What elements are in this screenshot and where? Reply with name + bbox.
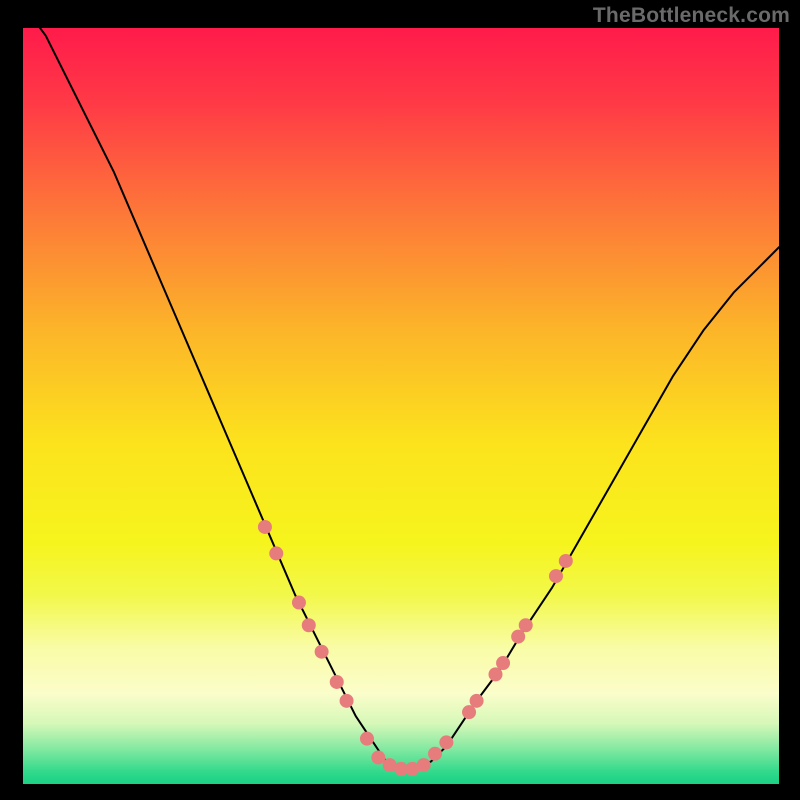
- chart-frame: TheBottleneck.com: [0, 0, 800, 800]
- marker-point: [340, 694, 354, 708]
- marker-point: [330, 675, 344, 689]
- marker-point: [470, 694, 484, 708]
- marker-point: [258, 520, 272, 534]
- marker-point: [417, 758, 431, 772]
- marker-point: [269, 546, 283, 560]
- marker-point: [315, 645, 329, 659]
- marker-point: [496, 656, 510, 670]
- marker-point: [428, 747, 442, 761]
- marker-point: [360, 732, 374, 746]
- marker-point: [302, 618, 316, 632]
- marker-point: [549, 569, 563, 583]
- bottleneck-chart: [23, 28, 779, 784]
- marker-point: [439, 735, 453, 749]
- chart-background: [23, 28, 779, 784]
- marker-point: [292, 596, 306, 610]
- watermark-label: TheBottleneck.com: [593, 4, 790, 28]
- marker-point: [559, 554, 573, 568]
- marker-point: [519, 618, 533, 632]
- plot-area: [23, 28, 779, 784]
